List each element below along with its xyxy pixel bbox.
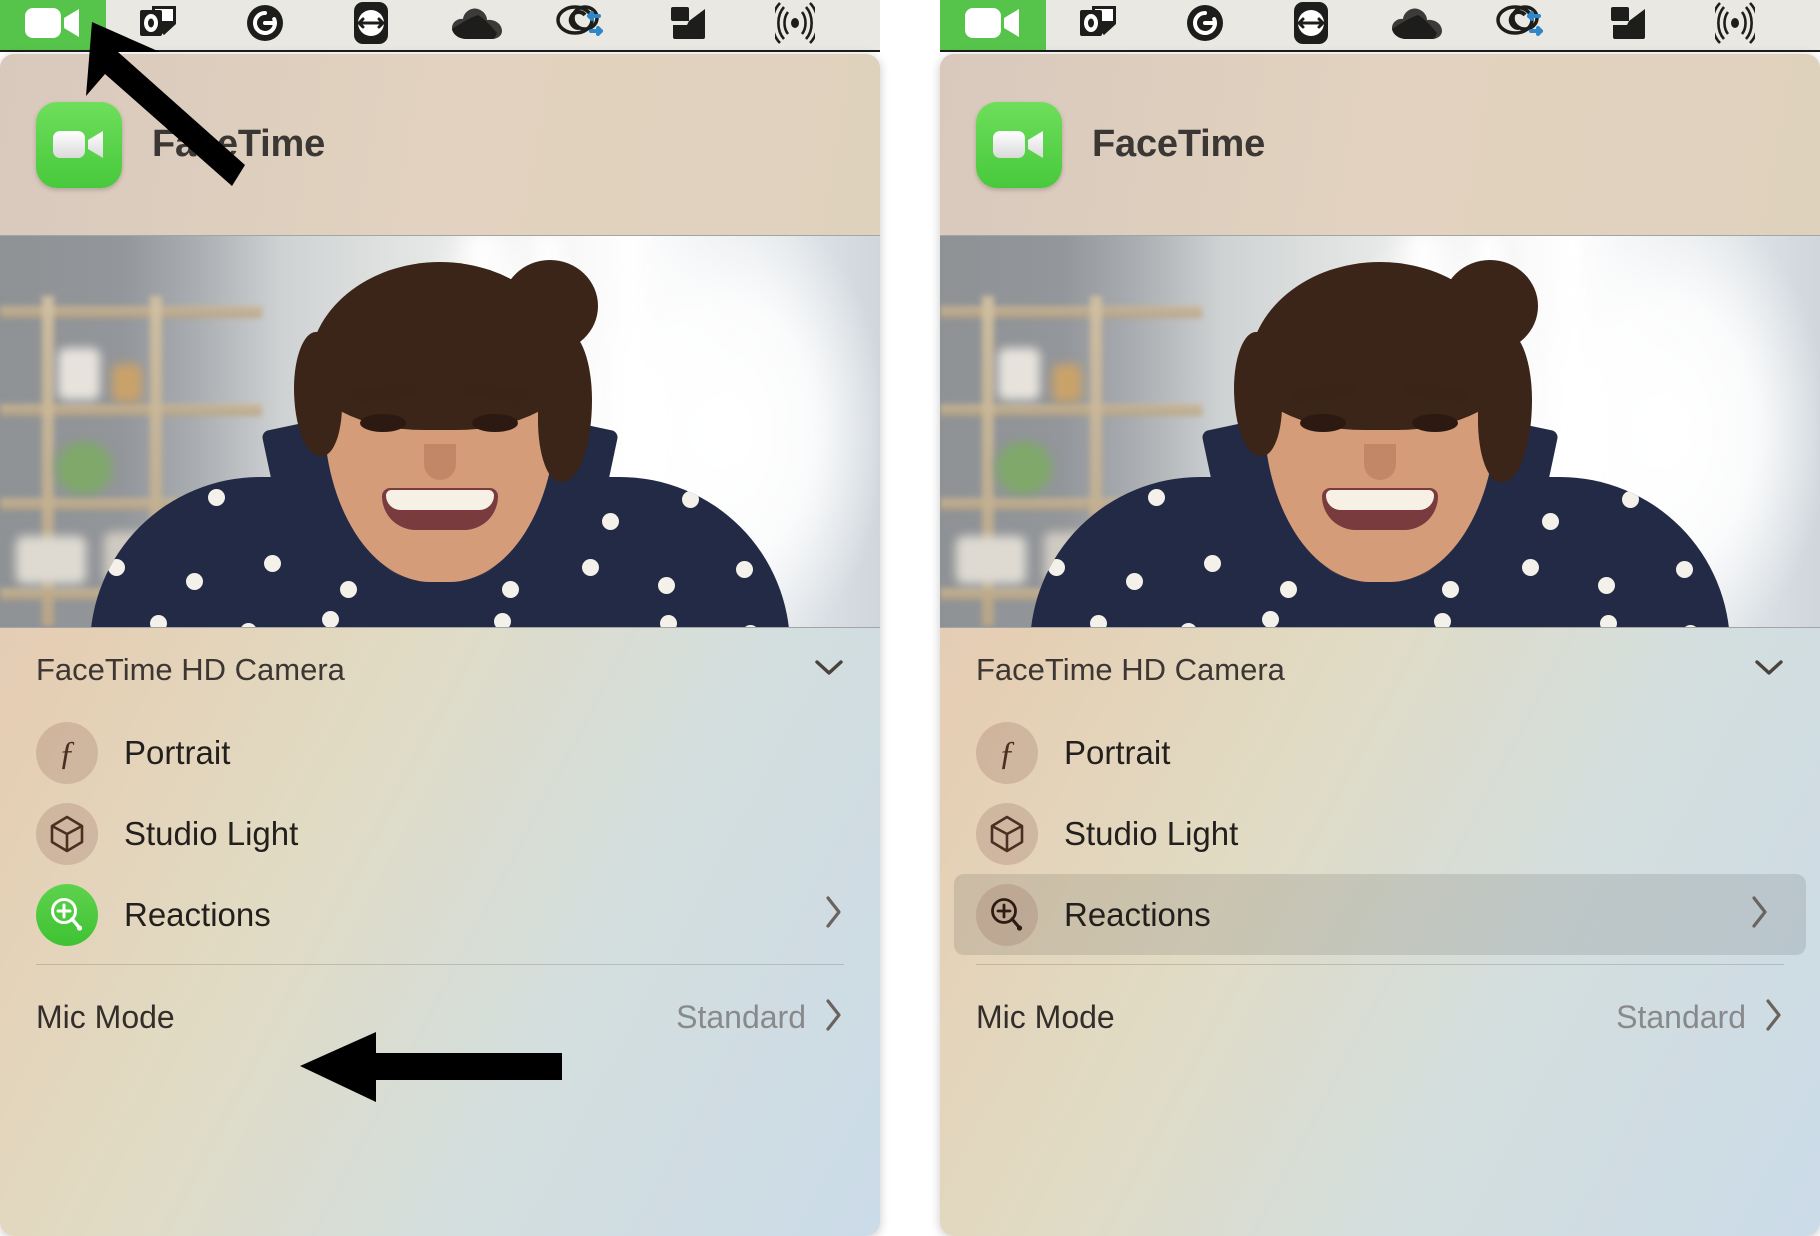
- geometric-shape-icon: [670, 3, 708, 48]
- concentric-rings-icon: [771, 1, 819, 49]
- menubar-item-creative-cloud[interactable]: [1470, 0, 1576, 50]
- menubar-item-airplay[interactable]: [742, 0, 848, 50]
- menu-bar: [940, 0, 1820, 52]
- video-camera-icon: [23, 4, 83, 47]
- chevron-right-icon[interactable]: [824, 895, 844, 934]
- menubar-item-onedrive[interactable]: [1364, 0, 1470, 50]
- effect-row-studio-light[interactable]: Studio Light: [940, 793, 1820, 874]
- effect-row-portrait[interactable]: ƒ Portrait: [940, 712, 1820, 793]
- effect-label-reactions: Reactions: [124, 895, 271, 933]
- menu-bar: [0, 0, 880, 52]
- facetime-control-menu: FaceTime FaceTime HD Camera ƒ Portrait S…: [940, 54, 1820, 1236]
- menubar-item-onedrive[interactable]: [424, 0, 530, 50]
- reactions-icon: [36, 883, 98, 946]
- effect-label-studio-light: Studio Light: [1064, 814, 1239, 852]
- chevron-right-icon[interactable]: [1750, 895, 1770, 934]
- svg-text:ƒ: ƒ: [59, 735, 76, 772]
- grammarly-g-icon: [245, 3, 285, 48]
- studio-light-cube-icon: [36, 802, 98, 865]
- creative-cloud-sync-icon: [555, 2, 611, 49]
- menu-list: FaceTime HD Camera ƒ Portrait Studio Lig…: [940, 628, 1820, 1060]
- cloud-icon: [451, 6, 503, 45]
- panel-after: FaceTime FaceTime HD Camera ƒ Portrait S…: [940, 0, 1820, 1236]
- facetime-control-menu: FaceTime FaceTime HD Camera ƒ Portrait S…: [0, 54, 880, 1236]
- mic-mode-value: Standard: [676, 998, 806, 1035]
- video-camera-icon: [963, 4, 1023, 47]
- effect-label-reactions: Reactions: [1064, 895, 1211, 933]
- menubar-item-outlook[interactable]: [106, 0, 212, 50]
- effect-label-portrait: Portrait: [1064, 733, 1171, 771]
- mic-mode-value: Standard: [1616, 998, 1746, 1035]
- person-video: [940, 236, 1820, 627]
- menubar-item-creative-cloud[interactable]: [530, 0, 636, 50]
- page-title: FaceTime: [152, 123, 326, 165]
- chevron-right-icon[interactable]: [1764, 998, 1784, 1037]
- svg-text:ƒ: ƒ: [999, 735, 1016, 772]
- outlook-icon: [138, 2, 180, 49]
- creative-cloud-sync-icon: [1495, 2, 1551, 49]
- camera-preview: [0, 235, 880, 628]
- resize-arrows-icon: [353, 1, 389, 50]
- portrait-f-icon: ƒ: [976, 721, 1038, 784]
- person-video: [0, 236, 880, 627]
- chevron-right-icon[interactable]: [824, 998, 844, 1037]
- camera-device-row[interactable]: FaceTime HD Camera: [940, 628, 1820, 712]
- facetime-camera-icon: [36, 101, 122, 188]
- reactions-icon: [976, 883, 1038, 946]
- menubar-item-teamviewer[interactable]: [318, 0, 424, 50]
- outlook-icon: [1078, 2, 1120, 49]
- menubar-item-outlook[interactable]: [1046, 0, 1152, 50]
- menu-list: FaceTime HD Camera ƒ Portrait Studio Lig…: [0, 628, 880, 1060]
- resize-arrows-icon: [1293, 1, 1329, 50]
- chevron-down-icon[interactable]: [1754, 659, 1784, 682]
- camera-preview: [940, 235, 1820, 628]
- menu-divider: [36, 964, 844, 965]
- menubar-item-facetime[interactable]: [0, 0, 106, 50]
- portrait-f-icon: ƒ: [36, 721, 98, 784]
- mic-mode-label: Mic Mode: [976, 998, 1115, 1035]
- geometric-shape-icon: [1610, 3, 1648, 48]
- panel-before: FaceTime FaceTime HD Camera ƒ Portrait S…: [0, 0, 880, 1236]
- menubar-item-grammarly[interactable]: [212, 0, 318, 50]
- menubar-item-airplay[interactable]: [1682, 0, 1788, 50]
- camera-device-label: FaceTime HD Camera: [976, 652, 1285, 687]
- effect-label-studio-light: Studio Light: [124, 814, 299, 852]
- mic-mode-row[interactable]: Mic Mode Standard: [940, 974, 1820, 1060]
- effect-row-reactions[interactable]: Reactions: [954, 874, 1806, 955]
- screenshot-stage: FaceTime FaceTime HD Camera ƒ Portrait S…: [0, 0, 1820, 1236]
- facetime-camera-icon: [976, 101, 1062, 188]
- menubar-item-facetime[interactable]: [940, 0, 1046, 50]
- menu-divider: [976, 964, 1784, 965]
- page-title: FaceTime: [1092, 123, 1266, 165]
- studio-light-cube-icon: [976, 802, 1038, 865]
- effect-label-portrait: Portrait: [124, 733, 231, 771]
- effect-row-reactions[interactable]: Reactions: [0, 874, 880, 955]
- menubar-item-grammarly[interactable]: [1152, 0, 1258, 50]
- camera-device-row[interactable]: FaceTime HD Camera: [0, 628, 880, 712]
- chevron-down-icon[interactable]: [814, 659, 844, 682]
- concentric-rings-icon: [1711, 1, 1759, 49]
- cloud-icon: [1391, 6, 1443, 45]
- menu-header: FaceTime: [0, 54, 880, 235]
- menubar-item-shape-app[interactable]: [636, 0, 742, 50]
- grammarly-g-icon: [1185, 3, 1225, 48]
- effect-row-studio-light[interactable]: Studio Light: [0, 793, 880, 874]
- menubar-item-teamviewer[interactable]: [1258, 0, 1364, 50]
- mic-mode-label: Mic Mode: [36, 998, 175, 1035]
- menubar-item-shape-app[interactable]: [1576, 0, 1682, 50]
- menu-header: FaceTime: [940, 54, 1820, 235]
- mic-mode-row[interactable]: Mic Mode Standard: [0, 974, 880, 1060]
- camera-device-label: FaceTime HD Camera: [36, 652, 345, 687]
- effect-row-portrait[interactable]: ƒ Portrait: [0, 712, 880, 793]
